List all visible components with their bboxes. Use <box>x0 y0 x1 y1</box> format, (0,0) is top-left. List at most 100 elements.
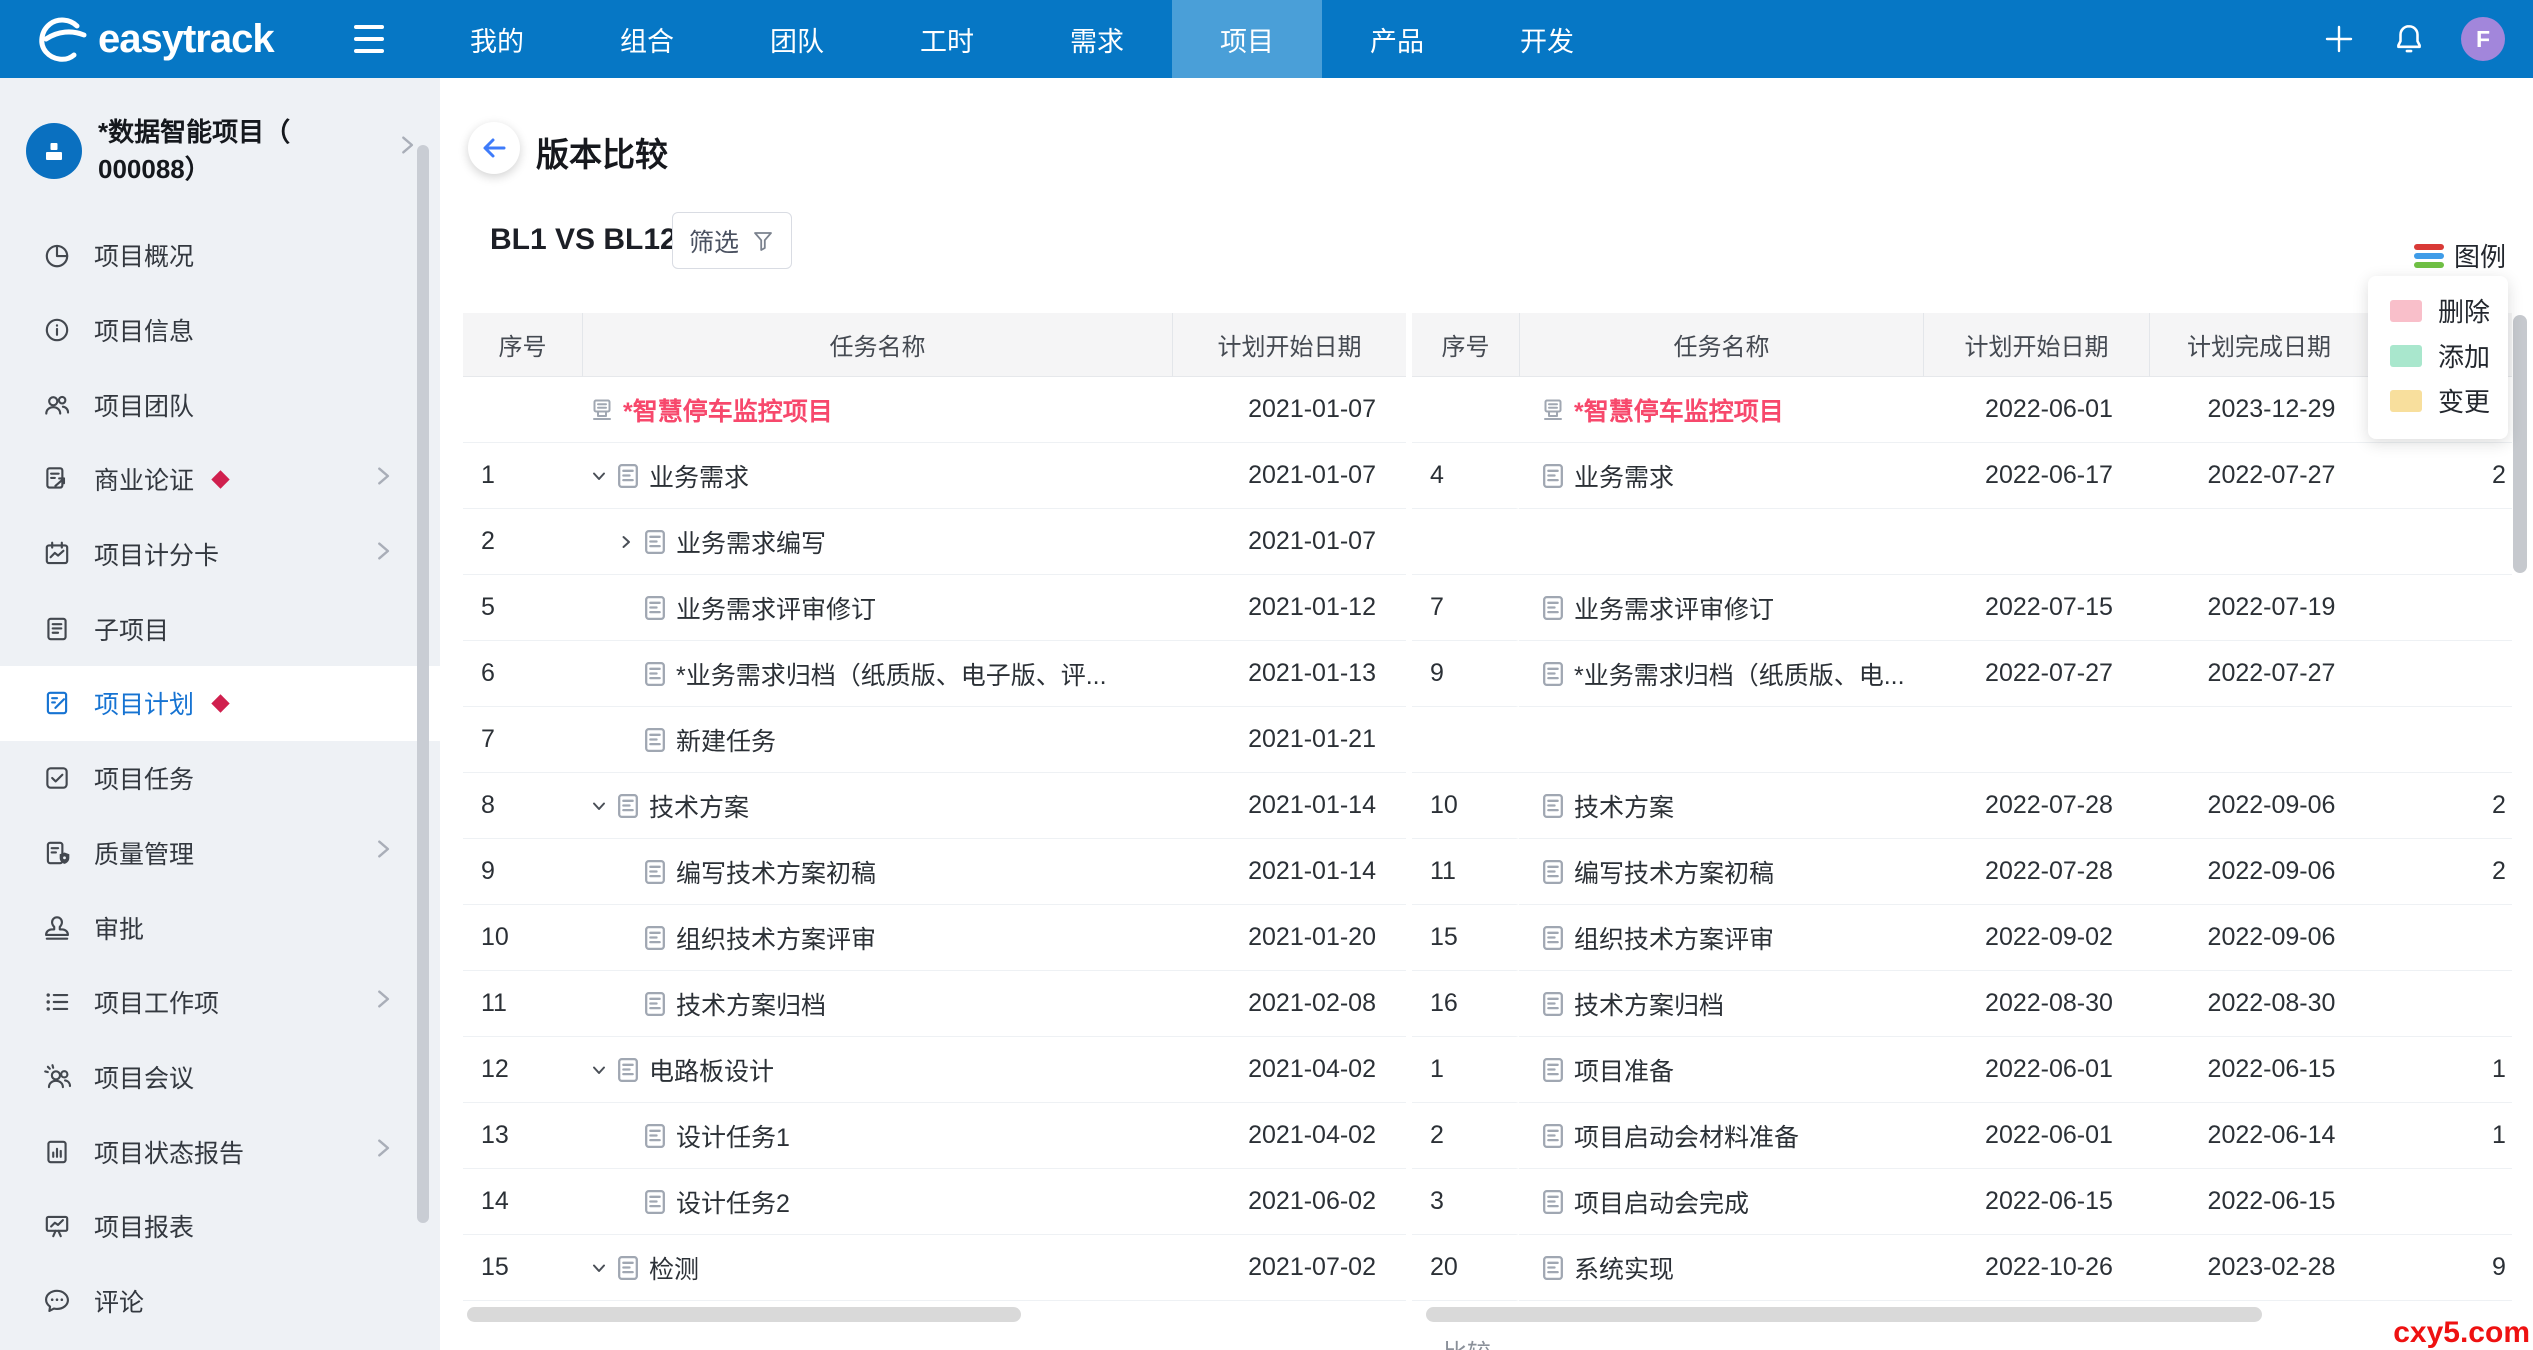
hamburger-menu-icon[interactable] <box>330 0 408 78</box>
nav-tab-6[interactable]: 项目 <box>1172 0 1322 78</box>
task-row[interactable]: 11 技术方案归档 2021-02-08 <box>463 971 1406 1037</box>
project-switcher[interactable]: *数据智能项目（ 000088） <box>0 78 440 214</box>
nav-tab-1[interactable]: 我的 <box>422 0 572 78</box>
caret-down-icon[interactable] <box>590 1259 616 1277</box>
task-row[interactable]: 10 技术方案 2022-07-28 2022-09-06 2 <box>1412 773 2512 839</box>
task-name[interactable]: 业务需求编写 <box>676 524 826 560</box>
sidebar-item-5[interactable]: 项目计分卡 <box>0 517 440 592</box>
task-row[interactable]: 1 项目准备 2022-06-01 2022-06-15 1 <box>1412 1037 2512 1103</box>
task-row[interactable]: 7 新建任务 2021-01-21 <box>463 707 1406 773</box>
chevron-right-icon[interactable] <box>372 988 394 1017</box>
task-name[interactable]: 业务需求 <box>1574 458 1674 494</box>
task-name[interactable]: *智慧停车监控项目 <box>623 392 833 428</box>
user-avatar[interactable]: F <box>2461 17 2505 61</box>
sidebar-item-6[interactable]: 子项目 <box>0 591 440 666</box>
sidebar-item-11[interactable]: 项目工作项 <box>0 965 440 1040</box>
deleted-task-row[interactable] <box>1412 707 2512 773</box>
task-row[interactable]: 9 *业务需求归档（纸质版、电... 2022-07-27 2022-07-27 <box>1412 641 2512 707</box>
brand-logo[interactable]: easytrack <box>0 13 330 65</box>
add-icon[interactable] <box>2321 21 2357 57</box>
task-name[interactable]: *业务需求归档（纸质版、电子版、评... <box>676 656 1107 692</box>
sidebar-scrollbar[interactable] <box>417 145 429 1223</box>
task-row[interactable]: 10 组织技术方案评审 2021-01-20 <box>463 905 1406 971</box>
task-row[interactable]: *智慧停车监控项目 2021-01-07 <box>463 377 1406 443</box>
chevron-right-icon[interactable] <box>396 134 418 161</box>
sidebar-item-12[interactable]: 项目会议 <box>0 1040 440 1115</box>
task-row[interactable]: 20 系统实现 2022-10-26 2023-02-28 9 <box>1412 1235 2512 1301</box>
task-name[interactable]: 编写技术方案初稿 <box>1574 854 1774 890</box>
task-row[interactable]: 16 技术方案归档 2022-08-30 2022-08-30 <box>1412 971 2512 1037</box>
task-name[interactable]: 新建任务 <box>676 722 776 758</box>
task-name[interactable]: 业务需求评审修订 <box>1574 590 1774 626</box>
task-row[interactable]: 15 检测 2021-07-02 <box>463 1235 1406 1301</box>
nav-tab-3[interactable]: 团队 <box>722 0 872 78</box>
task-name[interactable]: 项目准备 <box>1574 1052 1674 1088</box>
task-row[interactable]: 1 业务需求 2021-01-07 <box>463 443 1406 509</box>
task-name[interactable]: 业务需求评审修订 <box>676 590 876 626</box>
task-row[interactable]: 5 业务需求评审修订 2021-01-12 <box>463 575 1406 641</box>
legend-toggle[interactable]: 图例 <box>2414 237 2506 274</box>
sidebar-item-14[interactable]: 项目报表 <box>0 1189 440 1264</box>
task-row[interactable]: 4 业务需求 2022-06-17 2022-07-27 2 <box>1412 443 2512 509</box>
sidebar-item-15[interactable]: 评论 <box>0 1264 440 1339</box>
caret-down-icon[interactable] <box>590 1061 616 1079</box>
task-name[interactable]: 电路板设计 <box>649 1052 774 1088</box>
task-name[interactable]: 设计任务2 <box>676 1184 790 1220</box>
task-name[interactable]: *智慧停车监控项目 <box>1574 392 1784 428</box>
sidebar-item-3[interactable]: 项目团队 <box>0 367 440 442</box>
task-row[interactable]: 2 业务需求编写 2021-01-07 <box>463 509 1406 575</box>
chevron-right-icon[interactable] <box>372 465 394 494</box>
task-name[interactable]: 检测 <box>649 1250 699 1286</box>
nav-tab-4[interactable]: 工时 <box>872 0 1022 78</box>
task-name[interactable]: 编写技术方案初稿 <box>676 854 876 890</box>
nav-tab-2[interactable]: 组合 <box>572 0 722 78</box>
task-row[interactable]: 7 业务需求评审修订 2022-07-15 2022-07-19 <box>1412 575 2512 641</box>
task-name[interactable]: 技术方案归档 <box>676 986 826 1022</box>
task-name[interactable]: 设计任务1 <box>676 1118 790 1154</box>
sidebar-item-10[interactable]: 审批 <box>0 890 440 965</box>
task-name[interactable]: 系统实现 <box>1574 1250 1674 1286</box>
sidebar-item-7[interactable]: 项目计划 <box>0 666 440 741</box>
sidebar-item-4[interactable]: 商业论证 <box>0 442 440 517</box>
left-table-horizontal-scrollbar[interactable] <box>467 1307 1021 1322</box>
task-row[interactable]: 11 编写技术方案初稿 2022-07-28 2022-09-06 2 <box>1412 839 2512 905</box>
chevron-right-icon[interactable] <box>372 1137 394 1166</box>
task-row[interactable]: 9 编写技术方案初稿 2021-01-14 <box>463 839 1406 905</box>
nav-tab-7[interactable]: 产品 <box>1322 0 1472 78</box>
task-row[interactable]: 12 电路板设计 2021-04-02 <box>463 1037 1406 1103</box>
task-row[interactable]: *智慧停车监控项目2022-06-012023-12-291 <box>1412 377 2512 443</box>
task-name[interactable]: *业务需求归档（纸质版、电... <box>1574 656 1905 692</box>
task-name[interactable]: 技术方案 <box>1574 788 1674 824</box>
caret-down-icon[interactable] <box>590 467 616 485</box>
task-row[interactable]: 8 技术方案 2021-01-14 <box>463 773 1406 839</box>
sidebar-item-9[interactable]: 质量管理 <box>0 816 440 891</box>
task-row[interactable]: 6 *业务需求归档（纸质版、电子版、评... 2021-01-13 <box>463 641 1406 707</box>
chevron-right-icon[interactable] <box>372 540 394 569</box>
nav-tab-8[interactable]: 开发 <box>1472 0 1622 78</box>
task-row[interactable]: 3 项目启动会完成 2022-06-15 2022-06-15 <box>1412 1169 2512 1235</box>
chevron-right-icon[interactable] <box>372 838 394 867</box>
task-name[interactable]: 组织技术方案评审 <box>676 920 876 956</box>
task-name[interactable]: 组织技术方案评审 <box>1574 920 1774 956</box>
caret-right-icon[interactable] <box>617 533 643 551</box>
task-row[interactable]: 2 项目启动会材料准备 2022-06-01 2022-06-14 1 <box>1412 1103 2512 1169</box>
sidebar-item-1[interactable]: 项目概况 <box>0 218 440 293</box>
task-name[interactable]: 业务需求 <box>649 458 749 494</box>
right-table-horizontal-scrollbar[interactable] <box>1426 1307 2262 1322</box>
task-name[interactable]: 技术方案归档 <box>1574 986 1724 1022</box>
task-name[interactable]: 项目启动会材料准备 <box>1574 1118 1799 1154</box>
sidebar-item-2[interactable]: 项目信息 <box>0 293 440 368</box>
sidebar-item-8[interactable]: 项目任务 <box>0 741 440 816</box>
caret-down-icon[interactable] <box>590 797 616 815</box>
task-name[interactable]: 技术方案 <box>649 788 749 824</box>
task-row[interactable]: 14 设计任务2 2021-06-02 <box>463 1169 1406 1235</box>
deleted-task-row[interactable] <box>1412 509 2512 575</box>
nav-tab-5[interactable]: 需求 <box>1022 0 1172 78</box>
task-name[interactable]: 项目启动会完成 <box>1574 1184 1749 1220</box>
back-button[interactable] <box>468 122 520 174</box>
task-row[interactable]: 13 设计任务1 2021-04-02 <box>463 1103 1406 1169</box>
sidebar-item-13[interactable]: 项目状态报告 <box>0 1114 440 1189</box>
notifications-bell-icon[interactable] <box>2391 21 2427 57</box>
page-vertical-scrollbar[interactable] <box>2513 315 2527 573</box>
task-row[interactable]: 15 组织技术方案评审 2022-09-02 2022-09-06 <box>1412 905 2512 971</box>
